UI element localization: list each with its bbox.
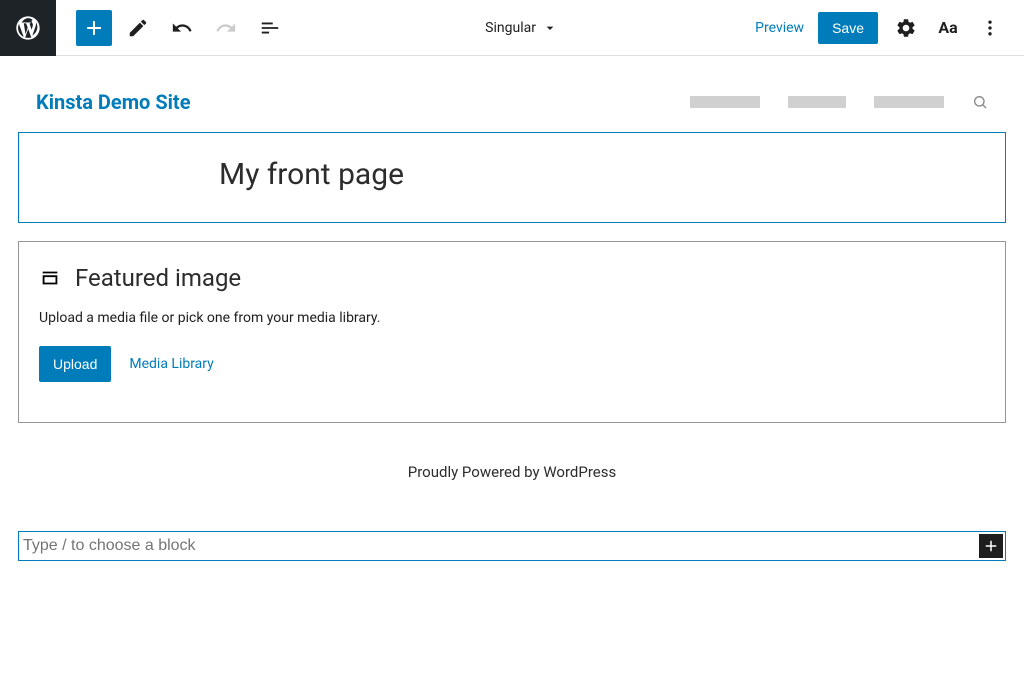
typography-button[interactable]: Aa xyxy=(934,14,962,42)
featured-image-description: Upload a media file or pick one from you… xyxy=(39,310,985,326)
search-icon[interactable] xyxy=(972,94,988,110)
more-options-button[interactable] xyxy=(976,14,1004,42)
gear-icon xyxy=(895,17,917,39)
undo-button[interactable] xyxy=(164,10,200,46)
save-button[interactable]: Save xyxy=(818,12,878,44)
redo-button[interactable] xyxy=(208,10,244,46)
redo-icon xyxy=(215,17,237,39)
template-selector[interactable]: Singular xyxy=(288,20,755,36)
block-inserter-input[interactable] xyxy=(19,537,977,555)
navigation-block[interactable] xyxy=(690,94,988,110)
nav-placeholder-item xyxy=(874,96,944,108)
chevron-down-icon xyxy=(542,20,558,36)
site-title[interactable]: Kinsta Demo Site xyxy=(36,90,191,114)
featured-image-block[interactable]: Featured image Upload a media file or pi… xyxy=(18,241,1006,423)
site-header-block: Kinsta Demo Site xyxy=(18,76,1006,132)
preview-link[interactable]: Preview xyxy=(755,20,804,36)
pencil-icon xyxy=(127,17,149,39)
editor-toolbar: Singular Preview Save Aa xyxy=(0,0,1024,56)
featured-image-icon xyxy=(39,267,61,289)
media-library-link[interactable]: Media Library xyxy=(129,356,213,372)
plus-icon xyxy=(982,537,1000,555)
post-title-block[interactable]: My front page xyxy=(18,132,1006,223)
wordpress-logo[interactable] xyxy=(0,0,56,56)
plus-icon xyxy=(82,16,106,40)
add-block-button[interactable] xyxy=(76,10,112,46)
block-inserter-add-button[interactable] xyxy=(979,534,1003,558)
featured-image-title: Featured image xyxy=(75,264,241,292)
more-vertical-icon xyxy=(980,18,1000,38)
wordpress-icon xyxy=(14,14,42,42)
footer-text[interactable]: Proudly Powered by WordPress xyxy=(18,463,1006,481)
nav-placeholder-item xyxy=(788,96,846,108)
nav-placeholder-item xyxy=(690,96,760,108)
post-title-text: My front page xyxy=(219,157,1005,192)
edit-tool-button[interactable] xyxy=(120,10,156,46)
block-inserter[interactable] xyxy=(18,531,1006,561)
upload-button[interactable]: Upload xyxy=(39,346,111,382)
list-view-button[interactable] xyxy=(252,10,288,46)
template-label: Singular xyxy=(485,20,536,36)
editor-canvas: Kinsta Demo Site My front page Featured … xyxy=(0,56,1024,581)
list-view-icon xyxy=(259,17,281,39)
undo-icon xyxy=(171,17,193,39)
settings-button[interactable] xyxy=(892,14,920,42)
